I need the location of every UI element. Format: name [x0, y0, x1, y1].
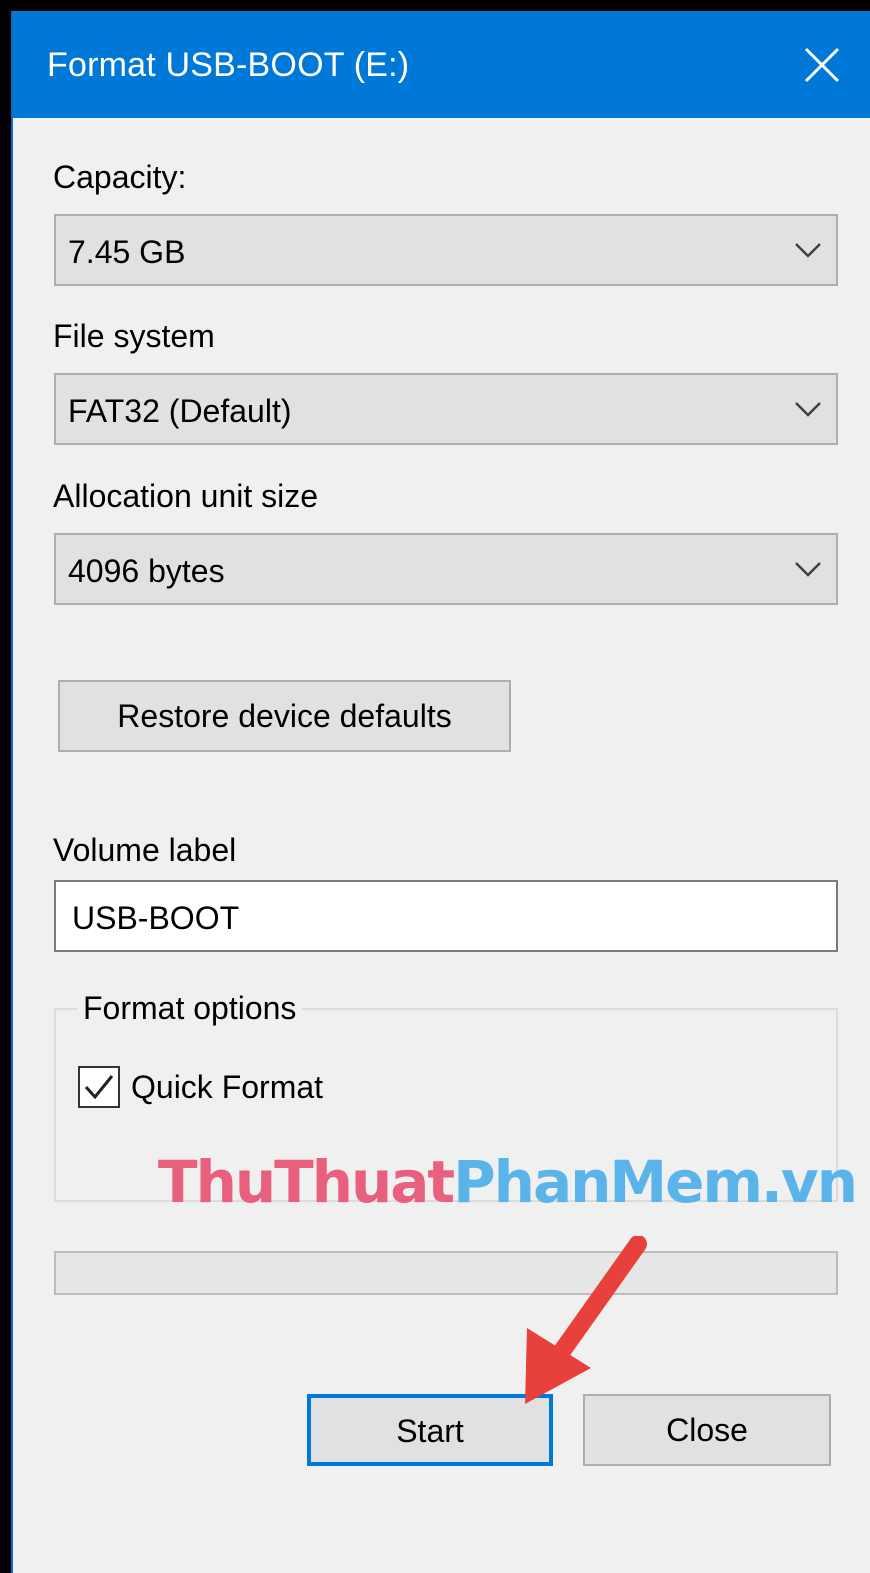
watermark-part1: ThuThuat [158, 1148, 455, 1216]
chevron-down-icon [795, 402, 821, 417]
capacity-value: 7.45 GB [68, 234, 186, 270]
chevron-down-icon [795, 243, 821, 258]
dialog-title: Format USB-BOOT (E:) [47, 46, 410, 84]
format-options-legend: Format options [77, 990, 303, 1027]
title-bar: Format USB-BOOT (E:) [13, 11, 870, 118]
restore-defaults-button[interactable]: Restore device defaults [58, 680, 511, 752]
checkmark-icon [84, 1075, 114, 1100]
volume-label-value: USB-BOOT [72, 900, 240, 936]
close-icon[interactable] [802, 45, 842, 85]
watermark-part2: PhanMem.vn [453, 1148, 858, 1216]
file-system-dropdown[interactable]: FAT32 (Default) [54, 373, 838, 445]
quick-format-label[interactable]: Quick Format [131, 1069, 323, 1106]
file-system-label: File system [53, 318, 215, 354]
allocation-unit-value: 4096 bytes [68, 553, 225, 589]
watermark: ThuThuatPhanMem.vn [158, 1148, 858, 1216]
capacity-label: Capacity: [53, 159, 187, 195]
file-system-value: FAT32 (Default) [68, 393, 292, 429]
allocation-unit-label: Allocation unit size [53, 478, 319, 514]
format-progress-bar [54, 1251, 838, 1295]
capacity-dropdown[interactable]: 7.45 GB [54, 214, 838, 286]
allocation-unit-dropdown[interactable]: 4096 bytes [54, 533, 838, 605]
chevron-down-icon [795, 562, 821, 577]
format-dialog: Format USB-BOOT (E:) Capacity: 7.45 GB F… [11, 11, 870, 1573]
quick-format-checkbox[interactable] [78, 1066, 120, 1108]
volume-label-input[interactable]: USB-BOOT [54, 880, 838, 952]
red-arrow-icon [525, 1236, 647, 1404]
volume-label-label: Volume label [53, 832, 237, 868]
